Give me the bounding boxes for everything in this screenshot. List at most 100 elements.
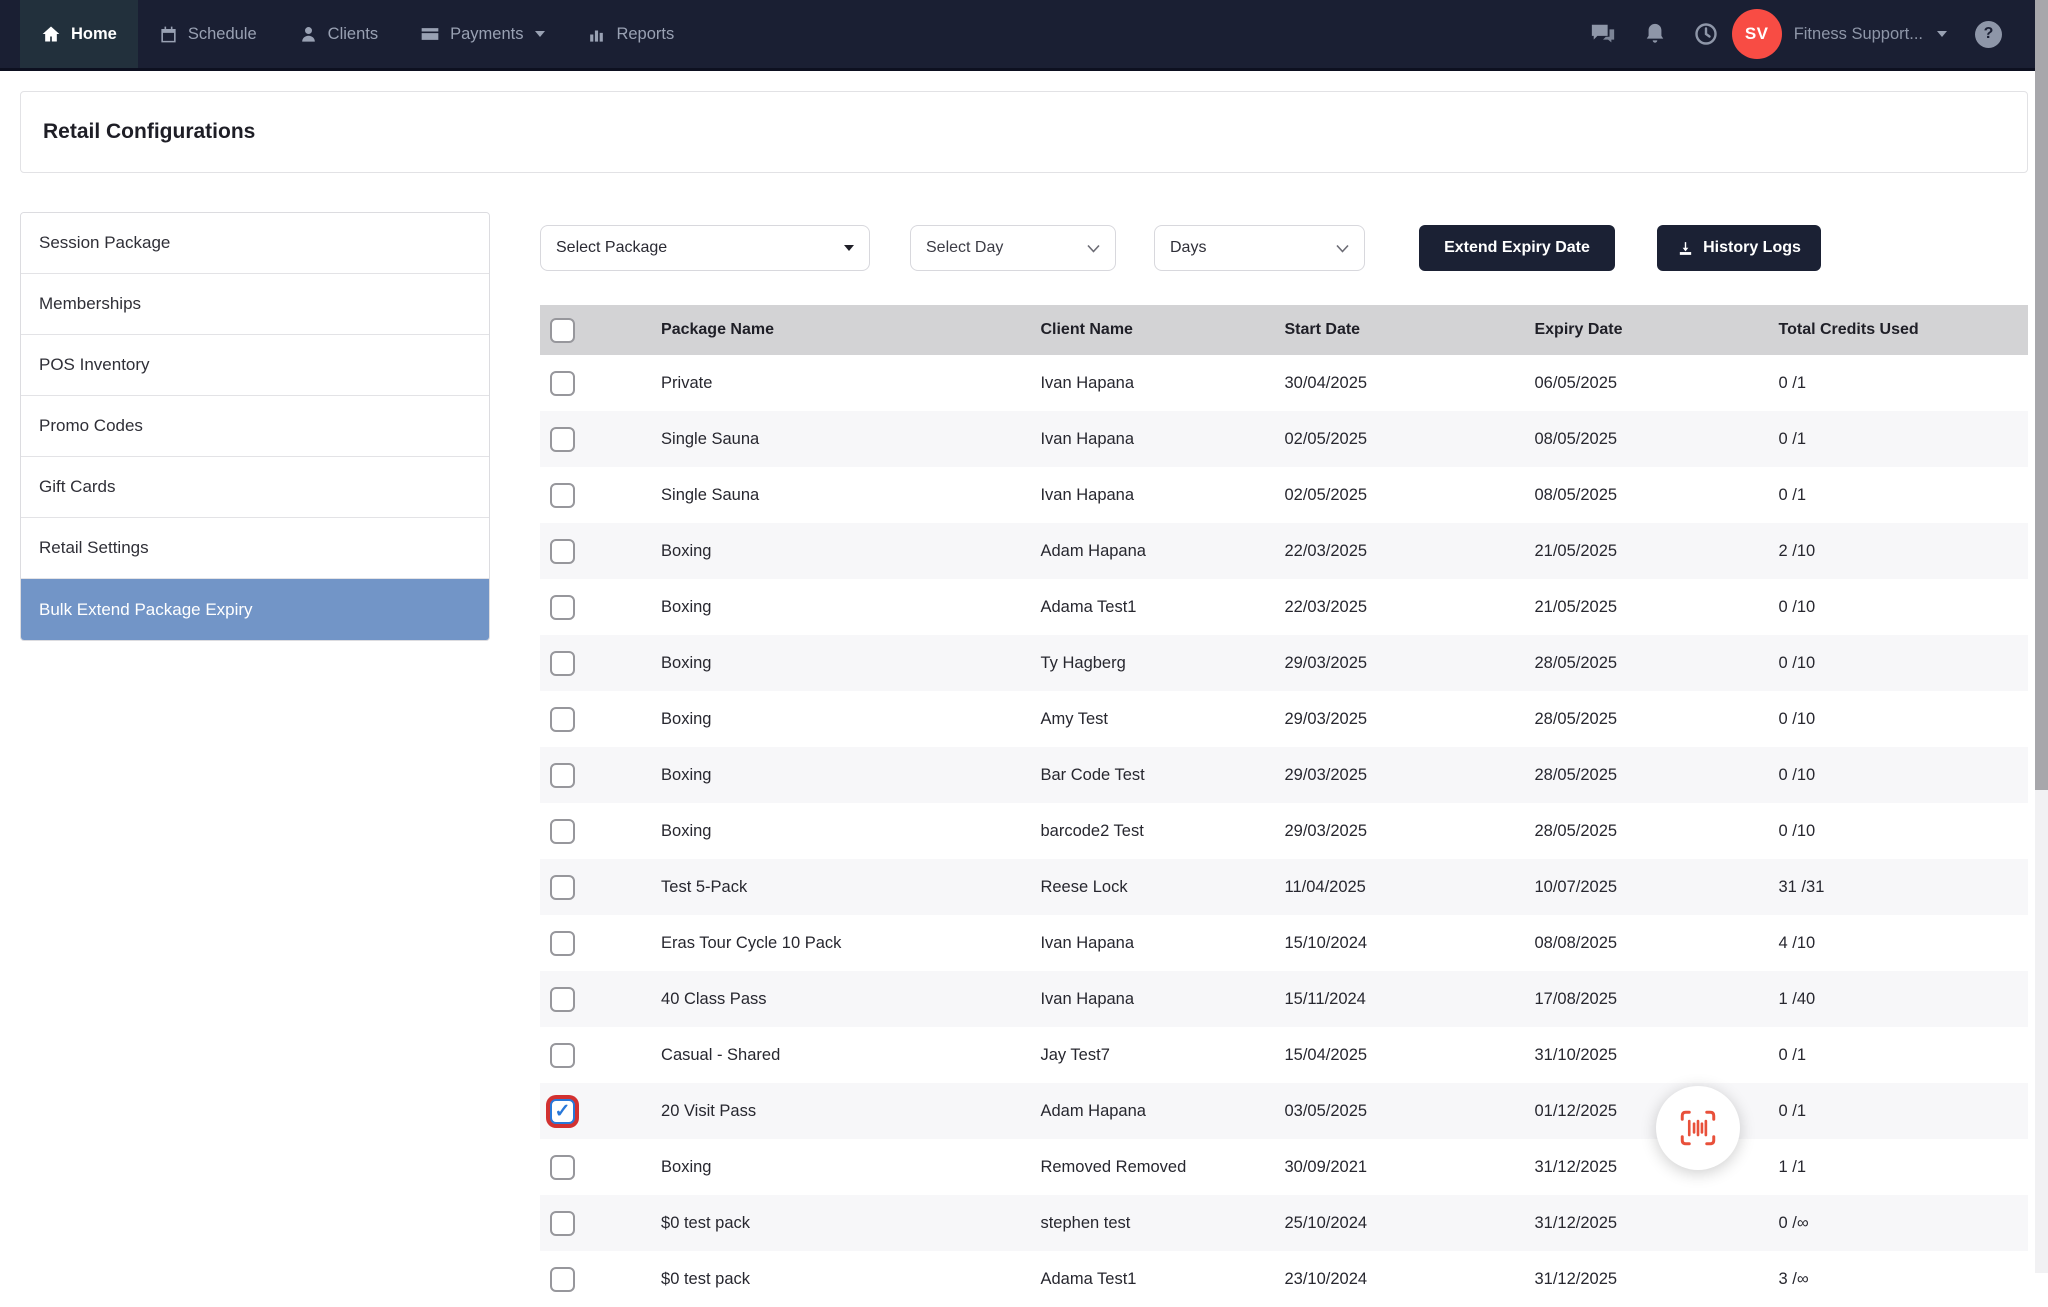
cell-total-credits-used: 0 /10 <box>1777 579 2029 635</box>
table-row: Private Ivan Hapana 30/04/2025 06/05/202… <box>540 355 2028 411</box>
sidebar-item-pos-inventory[interactable]: POS Inventory <box>21 335 489 396</box>
row-checkbox[interactable]: ✓ <box>550 1099 575 1124</box>
cell-client-name: Bar Code Test <box>1038 747 1282 803</box>
sidebar-item-promo-codes[interactable]: Promo Codes <box>21 396 489 457</box>
table-row: Boxing Adam Hapana 22/03/2025 21/05/2025… <box>540 523 2028 579</box>
cell-expiry-date: 28/05/2025 <box>1532 691 1776 747</box>
row-checkbox[interactable] <box>550 651 575 676</box>
row-checkbox[interactable] <box>550 1155 575 1180</box>
cell-client-name: Adama Test1 <box>1038 579 1282 635</box>
cell-expiry-date: 31/12/2025 <box>1532 1195 1776 1251</box>
select-day-dropdown[interactable]: Select Day <box>910 225 1116 271</box>
select-package-dropdown[interactable]: Select Package <box>540 225 870 271</box>
row-checkbox[interactable] <box>550 707 575 732</box>
extend-expiry-date-button[interactable]: Extend Expiry Date <box>1419 225 1615 271</box>
row-checkbox[interactable] <box>550 763 575 788</box>
table-row: 40 Class Pass Ivan Hapana 15/11/2024 17/… <box>540 971 2028 1027</box>
cell-expiry-date: 08/08/2025 <box>1532 915 1776 971</box>
cell-start-date: 02/05/2025 <box>1283 411 1533 467</box>
table-row: Boxing Adama Test1 22/03/2025 21/05/2025… <box>540 579 2028 635</box>
cell-client-name: Reese Lock <box>1038 859 1282 915</box>
select-all-checkbox[interactable] <box>550 318 575 343</box>
cell-start-date: 30/04/2025 <box>1283 355 1533 411</box>
cell-start-date: 29/03/2025 <box>1283 635 1533 691</box>
nav-item-label: Home <box>71 25 117 44</box>
cell-package-name: Single Sauna <box>659 467 1038 523</box>
row-checkbox[interactable] <box>550 931 575 956</box>
cell-package-name: Boxing <box>659 523 1038 579</box>
barcode-scan-button[interactable] <box>1656 1086 1740 1170</box>
cell-start-date: 22/03/2025 <box>1283 579 1533 635</box>
filter-row: Select Package Select Day Days Extend Ex… <box>540 225 2028 271</box>
cell-expiry-date: 10/07/2025 <box>1532 859 1776 915</box>
bell-icon[interactable] <box>1644 22 1666 46</box>
row-checkbox[interactable] <box>550 483 575 508</box>
cell-expiry-date: 08/05/2025 <box>1532 411 1776 467</box>
cell-client-name: Removed Removed <box>1038 1139 1282 1195</box>
cell-package-name: Boxing <box>659 1139 1038 1195</box>
row-checkbox[interactable] <box>550 539 575 564</box>
nav-menu: Home Schedule Clients Payments Report <box>20 0 695 68</box>
cell-expiry-date: 17/08/2025 <box>1532 971 1776 1027</box>
scrollbar-thumb[interactable] <box>2035 0 2048 790</box>
row-checkbox[interactable] <box>550 371 575 396</box>
cell-start-date: 29/03/2025 <box>1283 747 1533 803</box>
cell-start-date: 15/04/2025 <box>1283 1027 1533 1083</box>
history-logs-button[interactable]: History Logs <box>1657 225 1821 271</box>
cell-client-name: stephen test <box>1038 1195 1282 1251</box>
person-icon <box>299 25 318 44</box>
sidebar-item-gift-cards[interactable]: Gift Cards <box>21 457 489 518</box>
cell-expiry-date: 06/05/2025 <box>1532 355 1776 411</box>
table-row: Boxing Bar Code Test 29/03/2025 28/05/20… <box>540 747 2028 803</box>
chevron-down-icon <box>1937 31 1947 37</box>
chat-icon[interactable] <box>1590 22 1616 46</box>
row-checkbox[interactable] <box>550 1267 575 1292</box>
cell-total-credits-used: 1 /1 <box>1777 1139 2029 1195</box>
cell-expiry-date: 28/05/2025 <box>1532 747 1776 803</box>
nav-item-schedule[interactable]: Schedule <box>138 0 278 68</box>
row-checkbox[interactable] <box>550 819 575 844</box>
nav-item-payments[interactable]: Payments <box>399 0 566 68</box>
cell-start-date: 29/03/2025 <box>1283 803 1533 859</box>
col-header-total-credits-used: Total Credits Used <box>1777 305 2029 355</box>
cell-package-name: $0 test pack <box>659 1195 1038 1251</box>
cell-start-date: 29/03/2025 <box>1283 691 1533 747</box>
nav-item-clients[interactable]: Clients <box>278 0 399 68</box>
nav-item-label: Payments <box>450 25 523 44</box>
sidebar-item-memberships[interactable]: Memberships <box>21 274 489 335</box>
cell-package-name: 40 Class Pass <box>659 971 1038 1027</box>
row-checkbox[interactable] <box>550 987 575 1012</box>
credit-card-icon <box>420 24 440 44</box>
days-dropdown[interactable]: Days <box>1154 225 1365 271</box>
account-menu[interactable]: SV Fitness Support... <box>1732 9 1947 59</box>
nav-item-reports[interactable]: Reports <box>566 0 695 68</box>
row-checkbox[interactable] <box>550 875 575 900</box>
row-checkbox[interactable] <box>550 595 575 620</box>
download-icon <box>1677 240 1694 257</box>
cell-total-credits-used: 4 /10 <box>1777 915 2029 971</box>
cell-package-name: Single Sauna <box>659 411 1038 467</box>
account-name: Fitness Support... <box>1794 25 1923 44</box>
cell-start-date: 15/11/2024 <box>1283 971 1533 1027</box>
row-checkbox[interactable] <box>550 427 575 452</box>
clock-icon[interactable] <box>1694 22 1718 46</box>
caret-down-icon <box>844 245 854 251</box>
nav-item-home[interactable]: Home <box>20 0 138 68</box>
table-row: Boxing barcode2 Test 29/03/2025 28/05/20… <box>540 803 2028 859</box>
sidebar-item-retail-settings[interactable]: Retail Settings <box>21 518 489 579</box>
table-header-row: Package Name Client Name Start Date Expi… <box>540 305 2028 355</box>
sidebar-item-bulk-extend-package-expiry[interactable]: Bulk Extend Package Expiry <box>21 579 489 640</box>
cell-client-name: Ivan Hapana <box>1038 411 1282 467</box>
row-checkbox[interactable] <box>550 1043 575 1068</box>
vertical-scrollbar <box>2035 0 2048 1273</box>
table-row: Boxing Ty Hagberg 29/03/2025 28/05/2025 … <box>540 635 2028 691</box>
help-icon[interactable]: ? <box>1975 21 2002 48</box>
cell-total-credits-used: 0 /1 <box>1777 1083 2029 1139</box>
cell-package-name: Boxing <box>659 803 1038 859</box>
nav-item-label: Schedule <box>188 25 257 44</box>
col-header-start-date: Start Date <box>1283 305 1533 355</box>
cell-start-date: 23/10/2024 <box>1283 1251 1533 1307</box>
row-checkbox[interactable] <box>550 1211 575 1236</box>
sidebar-item-session-package[interactable]: Session Package <box>21 213 489 274</box>
cell-client-name: Adam Hapana <box>1038 523 1282 579</box>
